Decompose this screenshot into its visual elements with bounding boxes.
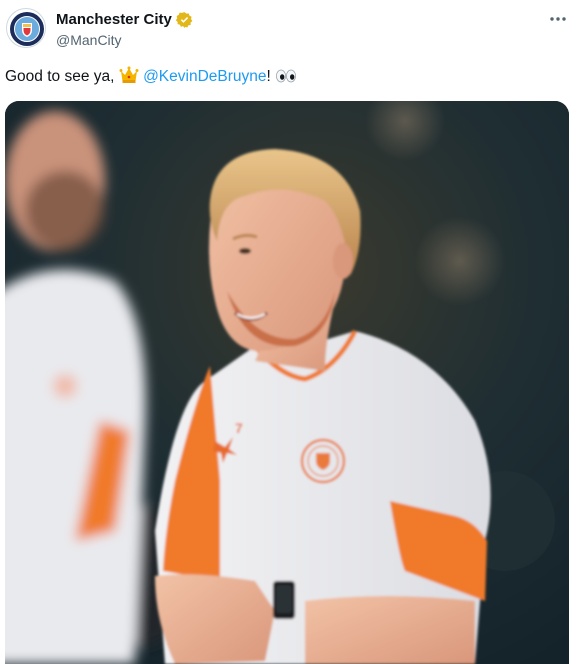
more-options-icon[interactable] bbox=[548, 12, 568, 26]
verified-gold-badge-icon bbox=[175, 12, 193, 28]
tweet-header: Manchester City @ManCity bbox=[0, 0, 584, 62]
display-name[interactable]: Manchester City bbox=[56, 11, 172, 28]
eyes-emoji bbox=[276, 69, 297, 83]
mention-link[interactable]: @KevinDeBruyne bbox=[143, 68, 266, 85]
account-handle[interactable]: @ManCity bbox=[56, 32, 122, 48]
player-photo-illustration: 7 bbox=[5, 101, 569, 664]
tweet-photo[interactable]: 7 bbox=[5, 101, 569, 664]
kit-number: 7 bbox=[235, 420, 243, 436]
tweet-text-intro: Good to see ya, bbox=[5, 68, 119, 85]
crown-emoji bbox=[119, 66, 139, 83]
club-crest-icon bbox=[10, 12, 44, 46]
tweet-text: Good to see ya, @KevinDeBruyne! bbox=[5, 66, 297, 87]
tweet-text-outro: ! bbox=[266, 68, 276, 85]
account-avatar[interactable] bbox=[6, 8, 46, 48]
